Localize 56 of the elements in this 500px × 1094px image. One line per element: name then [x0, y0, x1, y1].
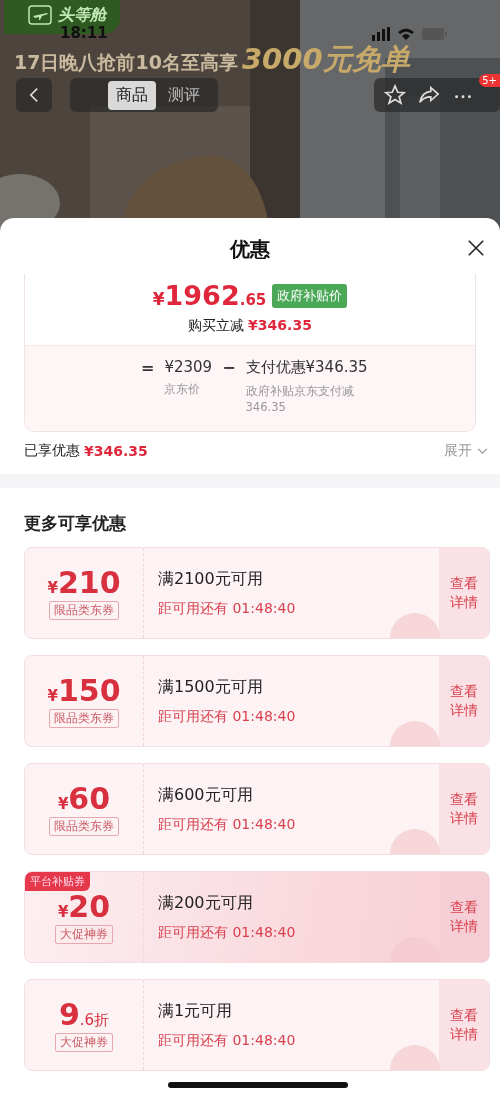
sheet-title: 优惠	[230, 235, 270, 263]
details-button[interactable]: 查看详情	[439, 656, 489, 747]
payment-discount-label: 政府补贴京东支付减346.35	[245, 383, 355, 416]
expand-button[interactable]: 展开	[444, 442, 488, 461]
coupon-amount: ¥210	[47, 566, 121, 600]
coupon-countdown: 距可用还有 01:48:40	[158, 815, 297, 834]
base-price: ¥2309	[164, 358, 213, 376]
coupon-countdown: 距可用还有 01:48:40	[158, 599, 297, 618]
coupon-countdown: 距可用还有 01:48:40	[158, 923, 297, 942]
share-icon[interactable]	[418, 84, 440, 106]
coupon-type: 限品类东券	[49, 601, 119, 621]
section-title: 更多可享优惠	[23, 512, 127, 536]
base-price-label: 京东价	[164, 382, 202, 397]
enjoyed-value: ¥346.35	[84, 443, 148, 460]
coupon-countdown: 距可用还有 01:48:40	[158, 707, 297, 726]
coupon-condition: 满1元可用	[158, 1000, 234, 1022]
airplane-icon	[28, 5, 52, 25]
back-icon	[29, 87, 39, 103]
coupon-condition: 满2100元可用	[158, 568, 264, 590]
tab[interactable]: 测评	[160, 80, 208, 110]
coupon-condition: 满1500元可用	[158, 676, 264, 698]
payment-discount: 支付优惠¥346.35	[245, 358, 369, 377]
tab[interactable]: 商品	[108, 80, 156, 110]
equals-sign: =	[141, 358, 155, 377]
reduction-value: ¥346.35	[248, 317, 312, 335]
coupon-condition: 满600元可用	[158, 784, 254, 806]
details-button[interactable]: 查看详情	[439, 548, 489, 639]
status-time: 18:11	[60, 24, 108, 42]
coupon-type: 大促神券	[55, 1033, 113, 1053]
star-icon[interactable]	[384, 84, 406, 106]
banner-highlight: 3000元免单	[241, 41, 410, 78]
coupon-badge: 平台补贴券	[25, 872, 90, 892]
reduction-label: 购买立减	[188, 317, 245, 335]
coupon-type: 限品类东券	[49, 709, 119, 729]
final-price: ¥1962.65	[152, 280, 267, 311]
minus-sign: −	[222, 358, 236, 377]
chevron-down-icon	[477, 447, 488, 455]
coupon-type: 大促神券	[55, 925, 113, 945]
coupon-amount: ¥20	[57, 890, 111, 924]
close-icon[interactable]	[466, 239, 486, 259]
subsidy-tag: 政府补贴价	[272, 283, 348, 308]
coupon-condition: 满200元可用	[158, 892, 254, 914]
signal-icon	[372, 27, 390, 41]
coupon-amount: ¥150	[47, 674, 121, 708]
coupon-type: 限品类东券	[49, 817, 119, 837]
back-button[interactable]	[16, 78, 52, 112]
wifi-icon	[398, 28, 414, 40]
coupon-countdown: 距可用还有 01:48:40	[158, 1031, 297, 1050]
enjoyed-label: 已享优惠	[24, 442, 80, 461]
coupon-amount: 9.6折	[58, 998, 110, 1032]
details-button[interactable]: 查看详情	[439, 980, 489, 1071]
coupon-amount: ¥60	[57, 782, 111, 816]
details-button[interactable]: 查看详情	[439, 764, 489, 855]
banner-text: 17日晚八抢前10名至高享	[14, 50, 238, 75]
count-badge: 5+	[479, 74, 500, 87]
logo-text: 头等舱	[58, 4, 106, 26]
